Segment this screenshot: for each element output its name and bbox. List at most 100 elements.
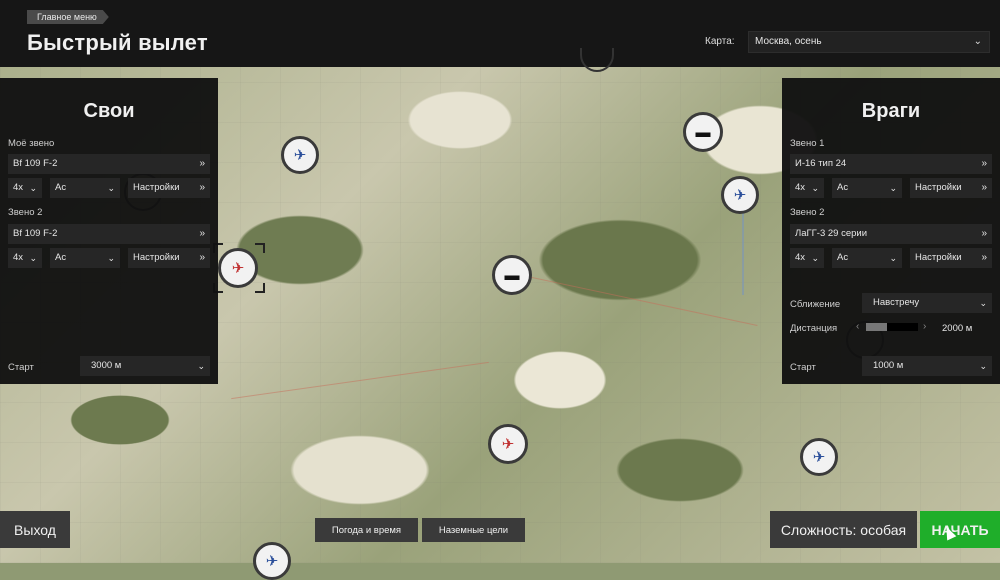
enemy-approach-label: Сближение — [790, 299, 841, 310]
enemy-plane-marker[interactable]: ✈ — [800, 438, 838, 476]
chevron-down-icon: ⌄ — [107, 253, 115, 263]
chevron-down-icon: ⌄ — [811, 183, 819, 193]
friendly-flight1-label: Моё звено — [8, 138, 55, 149]
friendly-flight2-label: Звено 2 — [8, 207, 43, 218]
enemy-flight2-settings-button[interactable]: Настройки » — [910, 248, 992, 268]
count-value: 4x — [13, 182, 24, 193]
top-bar: Главное меню Быстрый вылет Карта: Москва… — [0, 0, 1000, 67]
skill-value: Ас — [55, 252, 67, 263]
ground-unit-marker[interactable]: ▬ — [492, 255, 532, 295]
friendly-flight1-skill-select[interactable]: Ас ⌄ — [50, 178, 120, 198]
approach-value: Навстречу — [873, 297, 920, 308]
map-label: Карта: — [705, 36, 735, 47]
settings-label: Настройки — [915, 252, 962, 263]
map-select-value: Москва, осень — [755, 36, 822, 47]
enemy-flight2-count-select[interactable]: 4x ⌄ — [790, 248, 824, 268]
enemy-plane-marker[interactable]: ✈ — [281, 136, 319, 174]
arrow-right-icon: » — [981, 228, 987, 239]
enemy-flight1-settings-button[interactable]: Настройки » — [910, 178, 992, 198]
tank-icon: ▬ — [695, 123, 711, 141]
arrow-right-icon: » — [981, 158, 987, 169]
distance-slider[interactable] — [866, 323, 918, 331]
chevron-down-icon: ⌄ — [107, 183, 115, 193]
plane-icon: ✈ — [812, 448, 826, 466]
weather-time-button[interactable]: Погода и время — [315, 518, 418, 542]
friendly-start-altitude-select[interactable]: 3000 м ⌄ — [80, 356, 210, 376]
friendly-flight-marker[interactable]: ✈ — [218, 248, 258, 288]
chevron-left-icon[interactable]: ‹ — [856, 321, 859, 332]
enemy-panel-title: Враги — [861, 100, 921, 122]
plane-icon: ✈ — [265, 552, 279, 570]
chevron-down-icon: ⌄ — [889, 253, 897, 263]
arrow-right-icon: » — [199, 182, 205, 193]
aircraft-name: Bf 109 F-2 — [13, 158, 58, 169]
enemy-flight2-aircraft-select[interactable]: ЛаГГ-3 29 серии » — [790, 224, 992, 244]
friendly-start-label: Старт — [8, 362, 34, 373]
aircraft-name: Bf 109 F-2 — [13, 228, 58, 239]
map-river — [742, 205, 744, 295]
selection-bracket — [255, 283, 265, 293]
friendly-flight1-count-select[interactable]: 4x ⌄ — [8, 178, 42, 198]
chevron-down-icon: ⌄ — [29, 253, 37, 263]
count-value: 4x — [795, 252, 806, 263]
altitude-value: 3000 м — [91, 360, 122, 371]
arrow-right-icon: » — [199, 252, 205, 263]
settings-label: Настройки — [133, 252, 180, 263]
exit-button[interactable]: Выход — [0, 511, 70, 548]
chevron-down-icon: ⌄ — [979, 298, 987, 308]
friendly-flight2-settings-button[interactable]: Настройки » — [128, 248, 210, 268]
chevron-right-icon[interactable]: › — [923, 321, 926, 332]
arrow-right-icon: » — [199, 228, 205, 239]
friendly-flight2-aircraft-select[interactable]: Bf 109 F-2 » — [8, 224, 210, 244]
enemy-approach-select[interactable]: Навстречу ⌄ — [862, 293, 992, 313]
altitude-value: 1000 м — [873, 360, 904, 371]
friendly-flight1-aircraft-select[interactable]: Bf 109 F-2 » — [8, 154, 210, 174]
chevron-down-icon: ⌄ — [197, 361, 205, 371]
distance-value: 2000 м — [942, 323, 973, 334]
aircraft-name: И-16 тип 24 — [795, 158, 847, 169]
map-road — [522, 275, 758, 326]
chevron-down-icon: ⌄ — [811, 253, 819, 263]
enemy-flight-marker[interactable]: ✈ — [721, 176, 759, 214]
arrow-right-icon: » — [981, 182, 987, 193]
arrow-right-icon: » — [981, 252, 987, 263]
enemy-flight1-aircraft-select[interactable]: И-16 тип 24 » — [790, 154, 992, 174]
arrow-right-icon: » — [199, 158, 205, 169]
plane-icon: ✈ — [501, 435, 515, 453]
selection-bracket — [255, 243, 265, 253]
skill-value: Ас — [837, 252, 849, 263]
plane-icon: ✈ — [293, 146, 307, 164]
tank-icon: ▬ — [504, 266, 520, 284]
distance-slider-fill — [866, 323, 887, 331]
friendly-flight2-skill-select[interactable]: Ас ⌄ — [50, 248, 120, 268]
friendly-flight-marker[interactable]: ✈ — [488, 424, 528, 464]
difficulty-button[interactable]: Сложность: особая — [770, 511, 917, 548]
map-road — [231, 361, 489, 400]
friendly-flight2-count-select[interactable]: 4x ⌄ — [8, 248, 42, 268]
page-title: Быстрый вылет — [27, 30, 208, 55]
chevron-down-icon: ⌄ — [979, 361, 987, 371]
plane-icon: ✈ — [231, 259, 245, 277]
aircraft-name: ЛаГГ-3 29 серии — [795, 228, 868, 239]
plane-icon: ✈ — [733, 186, 747, 204]
count-value: 4x — [795, 182, 806, 193]
enemy-plane-marker[interactable]: ✈ — [253, 542, 291, 580]
skill-value: Ас — [837, 182, 849, 193]
enemy-flight1-label: Звено 1 — [790, 138, 825, 149]
enemy-flight2-label: Звено 2 — [790, 207, 825, 218]
enemy-start-altitude-select[interactable]: 1000 м ⌄ — [862, 356, 992, 376]
enemy-distance-label: Дистанция — [790, 323, 838, 334]
enemy-flight1-count-select[interactable]: 4x ⌄ — [790, 178, 824, 198]
map-select[interactable]: Москва, осень ⌄ — [748, 31, 990, 53]
ground-targets-button[interactable]: Наземные цели — [422, 518, 525, 542]
start-button[interactable]: НАЧАТЬ — [920, 511, 1000, 548]
skill-value: Ас — [55, 182, 67, 193]
count-value: 4x — [13, 252, 24, 263]
enemy-flight1-skill-select[interactable]: Ас ⌄ — [832, 178, 902, 198]
settings-label: Настройки — [133, 182, 180, 193]
ground-unit-marker[interactable]: ▬ — [683, 112, 723, 152]
friendly-flight1-settings-button[interactable]: Настройки » — [128, 178, 210, 198]
enemy-flight2-skill-select[interactable]: Ас ⌄ — [832, 248, 902, 268]
breadcrumb-main-menu[interactable]: Главное меню — [27, 10, 109, 24]
settings-label: Настройки — [915, 182, 962, 193]
